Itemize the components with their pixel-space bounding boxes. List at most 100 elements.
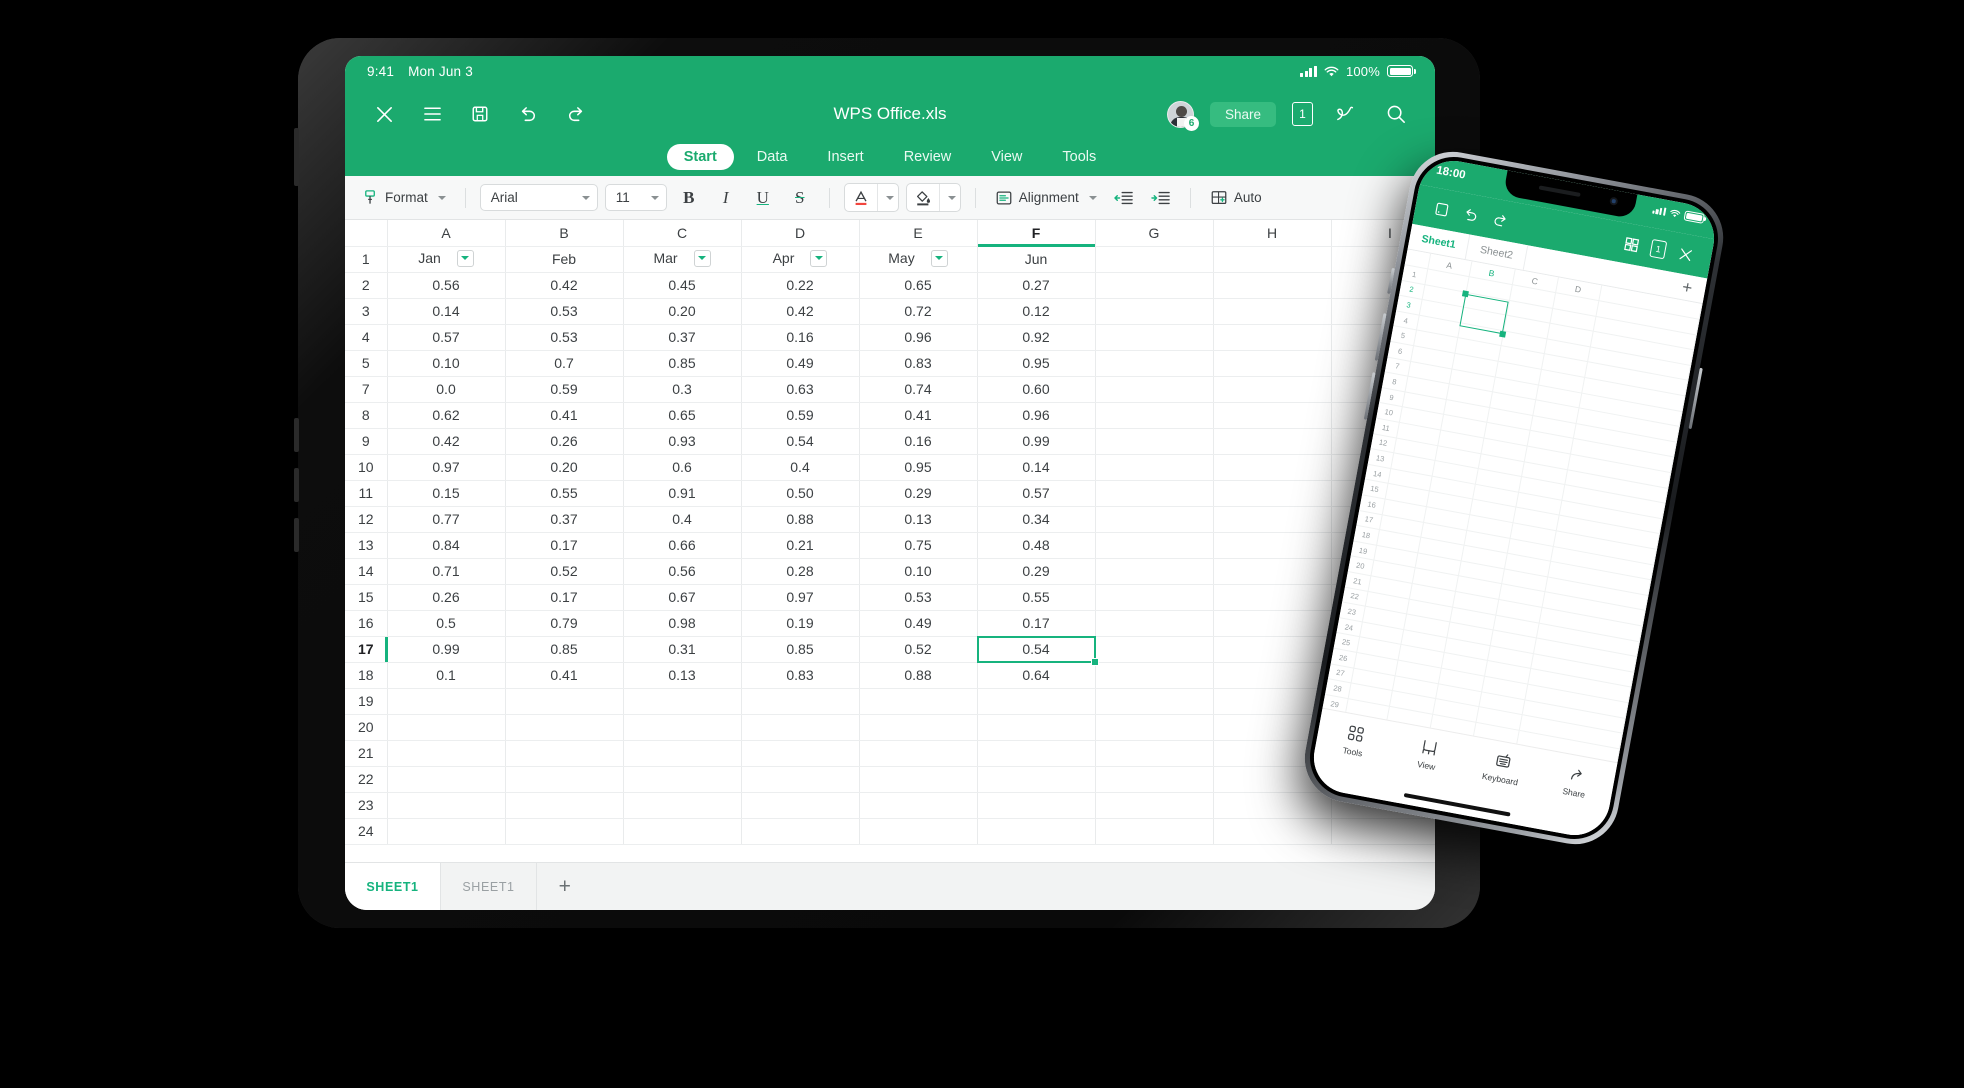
cell[interactable]: [1213, 350, 1332, 377]
cell[interactable]: 0.74: [859, 376, 978, 403]
cell[interactable]: 0.65: [623, 402, 742, 429]
cell[interactable]: [977, 740, 1096, 767]
cell[interactable]: [1213, 636, 1332, 663]
cell[interactable]: [1095, 402, 1214, 429]
row-header[interactable]: 18: [345, 662, 388, 689]
row-header[interactable]: 20: [345, 714, 388, 741]
row-header[interactable]: 14: [345, 558, 388, 585]
cell[interactable]: 0.37: [623, 324, 742, 351]
cell[interactable]: 0.97: [741, 584, 860, 611]
autofit-button[interactable]: Auto: [1205, 186, 1267, 210]
cell[interactable]: 0.55: [977, 584, 1096, 611]
cell[interactable]: 0.95: [859, 454, 978, 481]
fill-color-control[interactable]: [905, 183, 961, 212]
cell[interactable]: 0.14: [387, 298, 506, 325]
font-color-icon[interactable]: [845, 184, 877, 211]
cell[interactable]: 0.52: [859, 636, 978, 663]
cell[interactable]: Apr: [741, 246, 860, 273]
filter-button[interactable]: [810, 249, 828, 267]
cell[interactable]: 0.54: [976, 635, 1099, 666]
cell[interactable]: 0.50: [741, 480, 860, 507]
cell[interactable]: 0.3: [623, 376, 742, 403]
cell[interactable]: [1213, 298, 1332, 325]
cell[interactable]: [1213, 376, 1332, 403]
cell[interactable]: 0.54: [741, 428, 860, 455]
cell[interactable]: 0.45: [623, 272, 742, 299]
cell[interactable]: 0.12: [977, 298, 1096, 325]
cell[interactable]: [623, 792, 742, 819]
italic-button[interactable]: I: [711, 184, 741, 212]
font-color-dropdown[interactable]: [876, 184, 898, 211]
cell[interactable]: [1213, 610, 1332, 637]
cell[interactable]: 0.6: [623, 454, 742, 481]
cell[interactable]: [741, 766, 860, 793]
cell[interactable]: [1095, 428, 1214, 455]
filter-button[interactable]: [456, 249, 474, 267]
cell[interactable]: 0.88: [741, 506, 860, 533]
cell[interactable]: [1095, 766, 1214, 793]
cell[interactable]: [1213, 584, 1332, 611]
cell[interactable]: [1095, 662, 1214, 689]
cell[interactable]: 0.95: [977, 350, 1096, 377]
row-header[interactable]: 5: [345, 350, 388, 377]
cell[interactable]: 0.93: [623, 428, 742, 455]
row-header[interactable]: 7: [345, 376, 388, 403]
row-header[interactable]: 16: [345, 610, 388, 637]
cell[interactable]: [505, 792, 624, 819]
cell[interactable]: [1213, 402, 1332, 429]
cell[interactable]: [505, 688, 624, 715]
cell[interactable]: [623, 688, 742, 715]
cell[interactable]: [1095, 480, 1214, 507]
cell[interactable]: [387, 714, 506, 741]
cell[interactable]: 0.27: [977, 272, 1096, 299]
cell[interactable]: 0.15: [387, 480, 506, 507]
cell[interactable]: 0.64: [977, 662, 1096, 689]
cell[interactable]: 0.16: [859, 428, 978, 455]
cell[interactable]: 0.26: [387, 584, 506, 611]
cell[interactable]: [741, 688, 860, 715]
cell[interactable]: 0.55: [505, 480, 624, 507]
cell[interactable]: 0.7: [505, 350, 624, 377]
row-header[interactable]: 23: [345, 792, 388, 819]
cell[interactable]: [1213, 480, 1332, 507]
row-header[interactable]: 1: [345, 246, 388, 273]
row-header[interactable]: 22: [345, 766, 388, 793]
cell[interactable]: [387, 688, 506, 715]
cell[interactable]: [1095, 688, 1214, 715]
cell[interactable]: 0.29: [977, 558, 1096, 585]
pen-icon[interactable]: [1329, 97, 1363, 131]
column-header-b[interactable]: B: [505, 220, 624, 247]
ribbon-tab-data[interactable]: Data: [740, 144, 805, 170]
font-color-control[interactable]: [843, 183, 899, 212]
undo-icon[interactable]: [511, 97, 545, 131]
cell[interactable]: 0.79: [505, 610, 624, 637]
cell[interactable]: [505, 818, 624, 845]
cell[interactable]: [1095, 714, 1214, 741]
fill-color-dropdown[interactable]: [938, 184, 960, 211]
cell[interactable]: [859, 740, 978, 767]
cell[interactable]: [1095, 532, 1214, 559]
cell[interactable]: 0.75: [859, 532, 978, 559]
cell[interactable]: 0.5: [387, 610, 506, 637]
cell[interactable]: [1095, 636, 1214, 663]
cell[interactable]: Mar: [623, 246, 742, 273]
cell[interactable]: [1213, 246, 1332, 273]
cell[interactable]: Feb: [505, 246, 624, 273]
tablet-side-button[interactable]: [294, 518, 299, 552]
cell[interactable]: 0.99: [977, 428, 1096, 455]
cell[interactable]: 0.4: [741, 454, 860, 481]
cell[interactable]: Jun: [977, 246, 1096, 273]
cell[interactable]: 0.13: [623, 662, 742, 689]
phone-keyboard-button[interactable]: Keyboard: [1462, 746, 1542, 791]
cell[interactable]: [977, 714, 1096, 741]
row-header[interactable]: 11: [345, 480, 388, 507]
cell[interactable]: 0.20: [505, 454, 624, 481]
cell[interactable]: [505, 714, 624, 741]
cell[interactable]: 0.67: [623, 584, 742, 611]
cell[interactable]: 0.63: [741, 376, 860, 403]
grid-view-icon[interactable]: [1614, 227, 1649, 262]
cell[interactable]: [1213, 558, 1332, 585]
filter-button[interactable]: [693, 249, 711, 267]
cell[interactable]: 0.71: [387, 558, 506, 585]
redo-icon[interactable]: [559, 97, 593, 131]
